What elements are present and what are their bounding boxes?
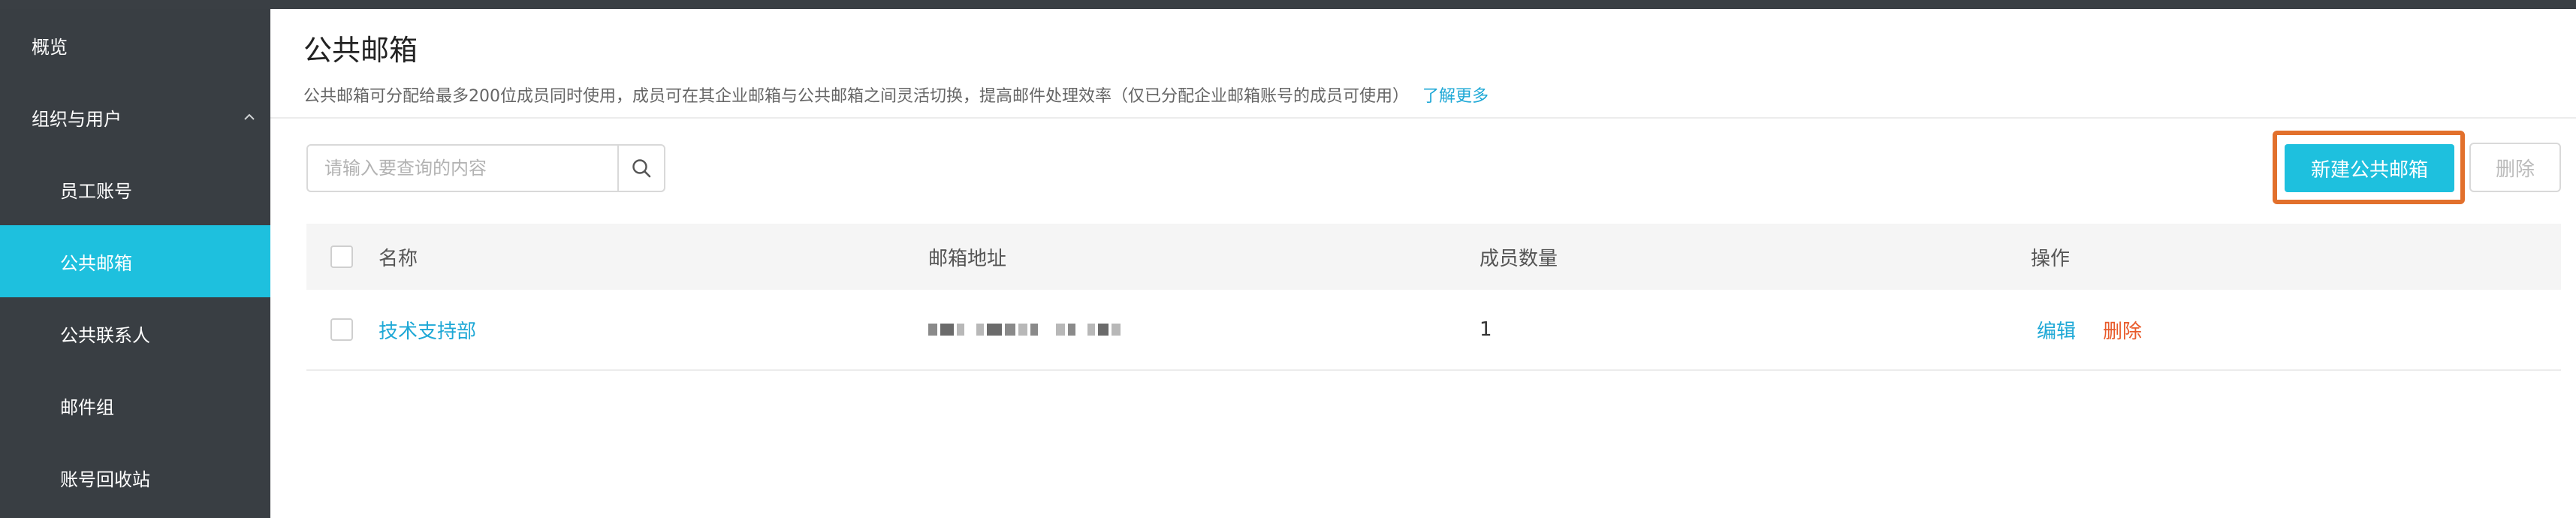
learn-more-link[interactable]: 了解更多 xyxy=(1422,87,1489,106)
sidebar-item-label: 概览 xyxy=(32,36,68,58)
sidebar-item-public-mailbox[interactable]: 公共邮箱 xyxy=(0,225,270,297)
sidebar-item-overview[interactable]: 概览 xyxy=(0,9,270,81)
main-content: 公共邮箱 公共邮箱可分配给最多200位成员同时使用，成员可在其企业邮箱与公共邮箱… xyxy=(270,9,2576,518)
search-input[interactable] xyxy=(308,146,617,191)
row-delete-link[interactable]: 删除 xyxy=(2103,316,2142,344)
row-checkbox[interactable] xyxy=(330,318,353,341)
top-bar xyxy=(0,0,2576,9)
header-divider xyxy=(270,117,2576,119)
table-row: 技术支持部 1 编辑 删除 xyxy=(306,290,2561,371)
column-header-actions: 操作 xyxy=(2031,247,2071,270)
member-count: 1 xyxy=(1480,318,1492,341)
new-public-mailbox-button[interactable]: 新建公共邮箱 xyxy=(2285,144,2454,192)
column-header-members: 成员数量 xyxy=(1480,247,1558,270)
mailbox-email-masked xyxy=(928,290,1121,369)
table-header: 名称 邮箱地址 成员数量 操作 xyxy=(306,224,2561,290)
chevron-up-icon xyxy=(244,113,255,120)
sidebar-item-label: 账号回收站 xyxy=(60,468,150,490)
delete-button[interactable]: 删除 xyxy=(2469,143,2561,192)
search-box xyxy=(306,144,665,192)
sidebar-item-label: 公共邮箱 xyxy=(60,252,132,274)
sidebar: 概览 组织与用户 员工账号 公共邮箱 公共联系人 邮件组 账号回收站 xyxy=(0,9,270,518)
page-title: 公共邮箱 xyxy=(303,34,418,67)
sidebar-item-label: 公共联系人 xyxy=(60,324,150,346)
select-all-checkbox[interactable] xyxy=(330,245,353,268)
mailbox-name-link[interactable]: 技术支持部 xyxy=(379,290,476,369)
description-text: 公共邮箱可分配给最多200位成员同时使用，成员可在其企业邮箱与公共邮箱之间灵活切… xyxy=(303,87,1409,106)
row-actions: 编辑 删除 xyxy=(2037,290,2142,369)
sidebar-item-account-recycle-bin[interactable]: 账号回收站 xyxy=(0,441,270,513)
sidebar-item-label: 邮件组 xyxy=(60,396,114,418)
column-header-email: 邮箱地址 xyxy=(928,247,1007,270)
search-button[interactable] xyxy=(617,146,664,191)
page-description: 公共邮箱可分配给最多200位成员同时使用，成员可在其企业邮箱与公共邮箱之间灵活切… xyxy=(303,83,1489,107)
new-button-highlight: 新建公共邮箱 xyxy=(2273,131,2465,204)
edit-link[interactable]: 编辑 xyxy=(2037,316,2076,344)
sidebar-item-mail-groups[interactable]: 邮件组 xyxy=(0,369,270,441)
search-icon xyxy=(632,159,651,178)
sidebar-item-label: 组织与用户 xyxy=(32,108,122,130)
sidebar-item-staff-accounts[interactable]: 员工账号 xyxy=(0,153,270,225)
sidebar-item-label: 员工账号 xyxy=(60,180,132,202)
sidebar-item-public-contacts[interactable]: 公共联系人 xyxy=(0,297,270,369)
masked-email xyxy=(928,324,1121,336)
column-header-name: 名称 xyxy=(379,247,418,270)
sidebar-item-org-users[interactable]: 组织与用户 xyxy=(0,81,270,153)
